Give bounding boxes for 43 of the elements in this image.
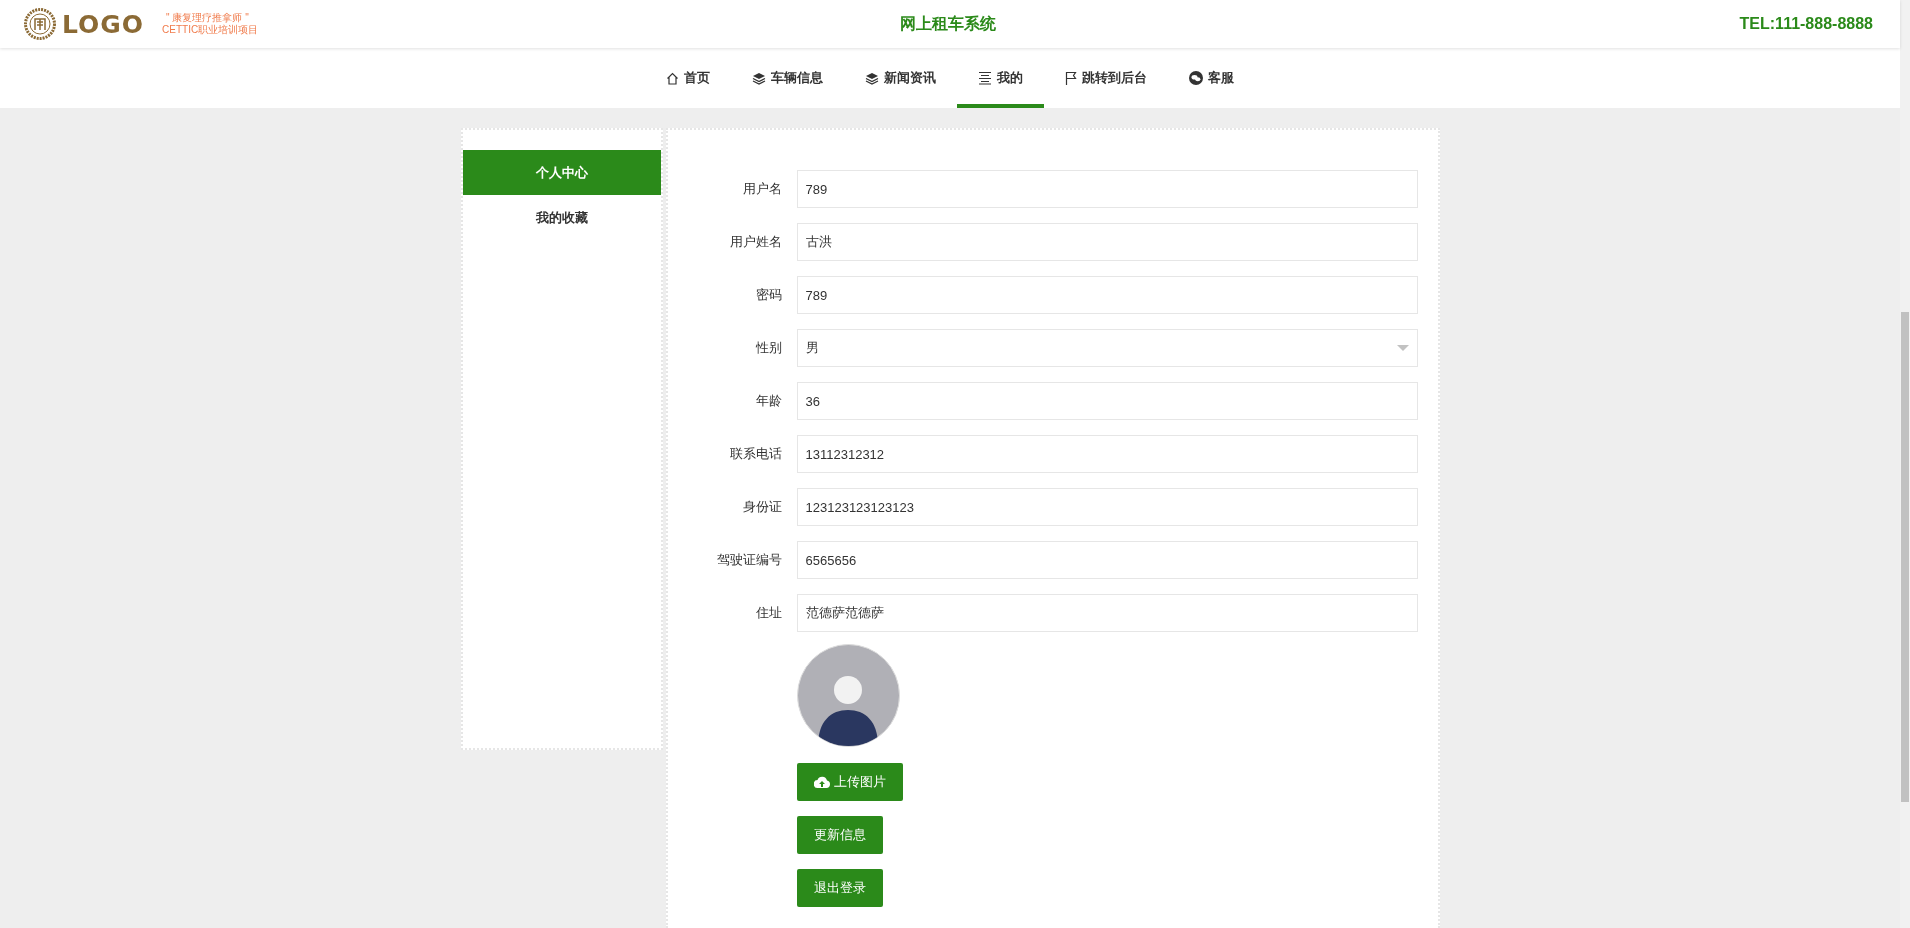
nav-tab[interactable]: 我的 (957, 48, 1044, 108)
action-button[interactable]: 更新信息 (796, 816, 883, 854)
field-label: 驾驶证编号 (715, 551, 783, 569)
action-button[interactable]: 上传图片 (796, 763, 903, 801)
field-label: 用户名 (741, 180, 783, 198)
input-field[interactable]: 789 (796, 170, 1418, 208)
input-field[interactable]: 36 (796, 382, 1418, 420)
home-icon (666, 71, 679, 85)
input-field[interactable]: 123123123123123 (796, 488, 1418, 526)
nav-tab[interactable]: 跳转到后台 (1044, 48, 1168, 108)
layers-icon (865, 71, 879, 85)
logo-tagline: " 康复理疗推拿师 " (165, 12, 250, 24)
input-field[interactable]: 789 (796, 276, 1418, 314)
field-label: 住址 (754, 604, 783, 622)
logo-text: LOGO (62, 9, 145, 39)
phone-number: TEL:111-888-8888 (1738, 15, 1873, 33)
sidebar-item[interactable]: 我的收藏 (462, 195, 661, 240)
logo-emblem-icon (24, 8, 56, 40)
input-field[interactable]: 6565656 (796, 541, 1418, 579)
nav-tab[interactable]: 车辆信息 (731, 48, 844, 108)
select-field[interactable]: 男 (796, 329, 1418, 367)
site-title: 网上租车系统 (899, 13, 998, 34)
field-label: 身份证 (741, 498, 783, 516)
action-button[interactable]: 退出登录 (796, 869, 883, 907)
cloud-upload-icon (813, 776, 830, 788)
input-field[interactable]: 古洪 (796, 223, 1418, 261)
flag-icon (1065, 71, 1077, 85)
nav-tab[interactable]: 首页 (645, 48, 731, 108)
list-icon (978, 71, 992, 85)
nav-tab[interactable]: 新闻资讯 (844, 48, 957, 108)
field-label: 密码 (754, 286, 783, 304)
field-label: 用户姓名 (728, 233, 783, 251)
nav-tab[interactable]: 客服 (1168, 48, 1255, 108)
field-label: 年龄 (754, 392, 783, 410)
field-label: 联系电话 (728, 445, 783, 463)
input-field[interactable]: 范德萨范德萨 (796, 594, 1418, 632)
layers-icon (752, 71, 766, 85)
chat-icon (1189, 71, 1203, 85)
field-label: 性别 (754, 339, 783, 357)
sidebar-item[interactable]: 个人中心 (462, 150, 661, 195)
logo-subtitle: CETTIC职业培训项目 (162, 24, 259, 36)
input-field[interactable]: 13112312312 (796, 435, 1418, 473)
caret-icon (1396, 345, 1409, 351)
